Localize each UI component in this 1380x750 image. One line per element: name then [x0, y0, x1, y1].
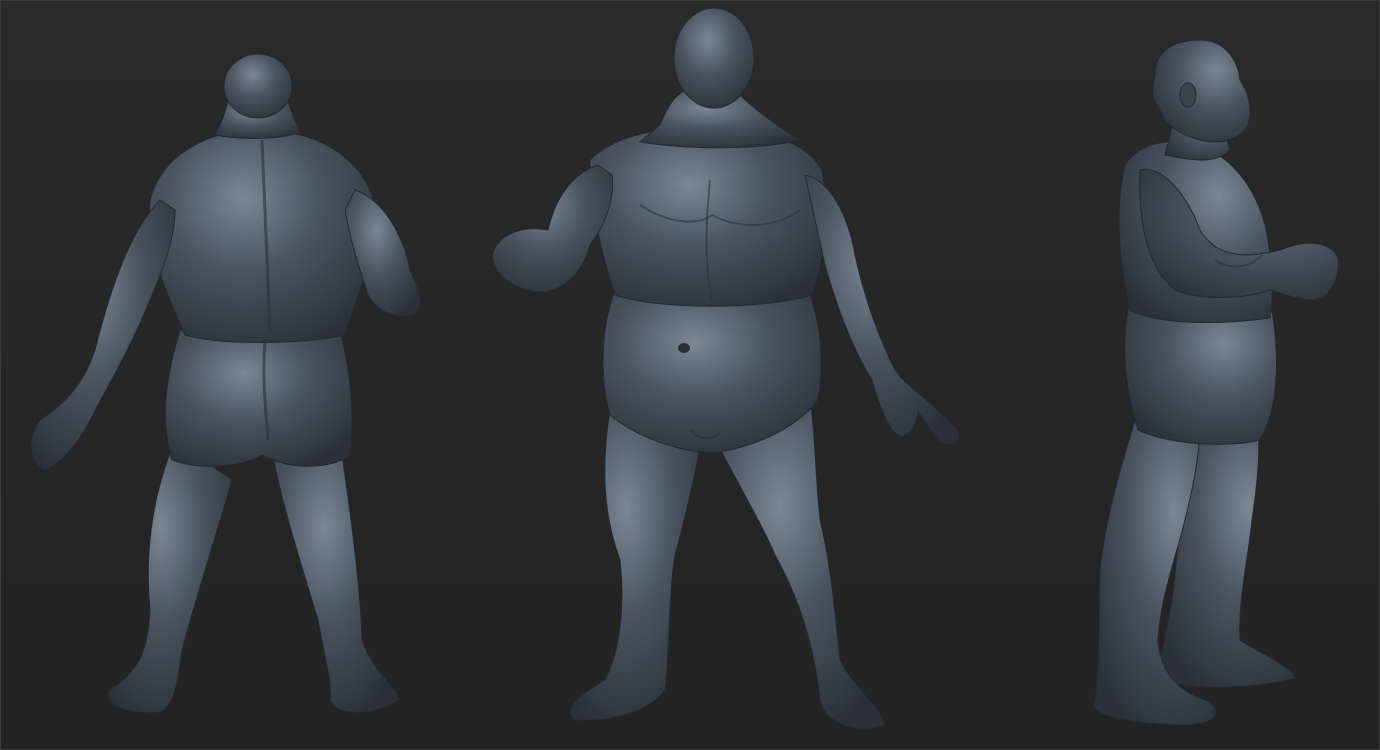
scene-svg: [0, 0, 1380, 750]
front-head: [673, 7, 755, 109]
back-head: [223, 53, 293, 119]
viewport-canvas[interactable]: [0, 0, 1380, 750]
back-hips: [164, 329, 353, 467]
